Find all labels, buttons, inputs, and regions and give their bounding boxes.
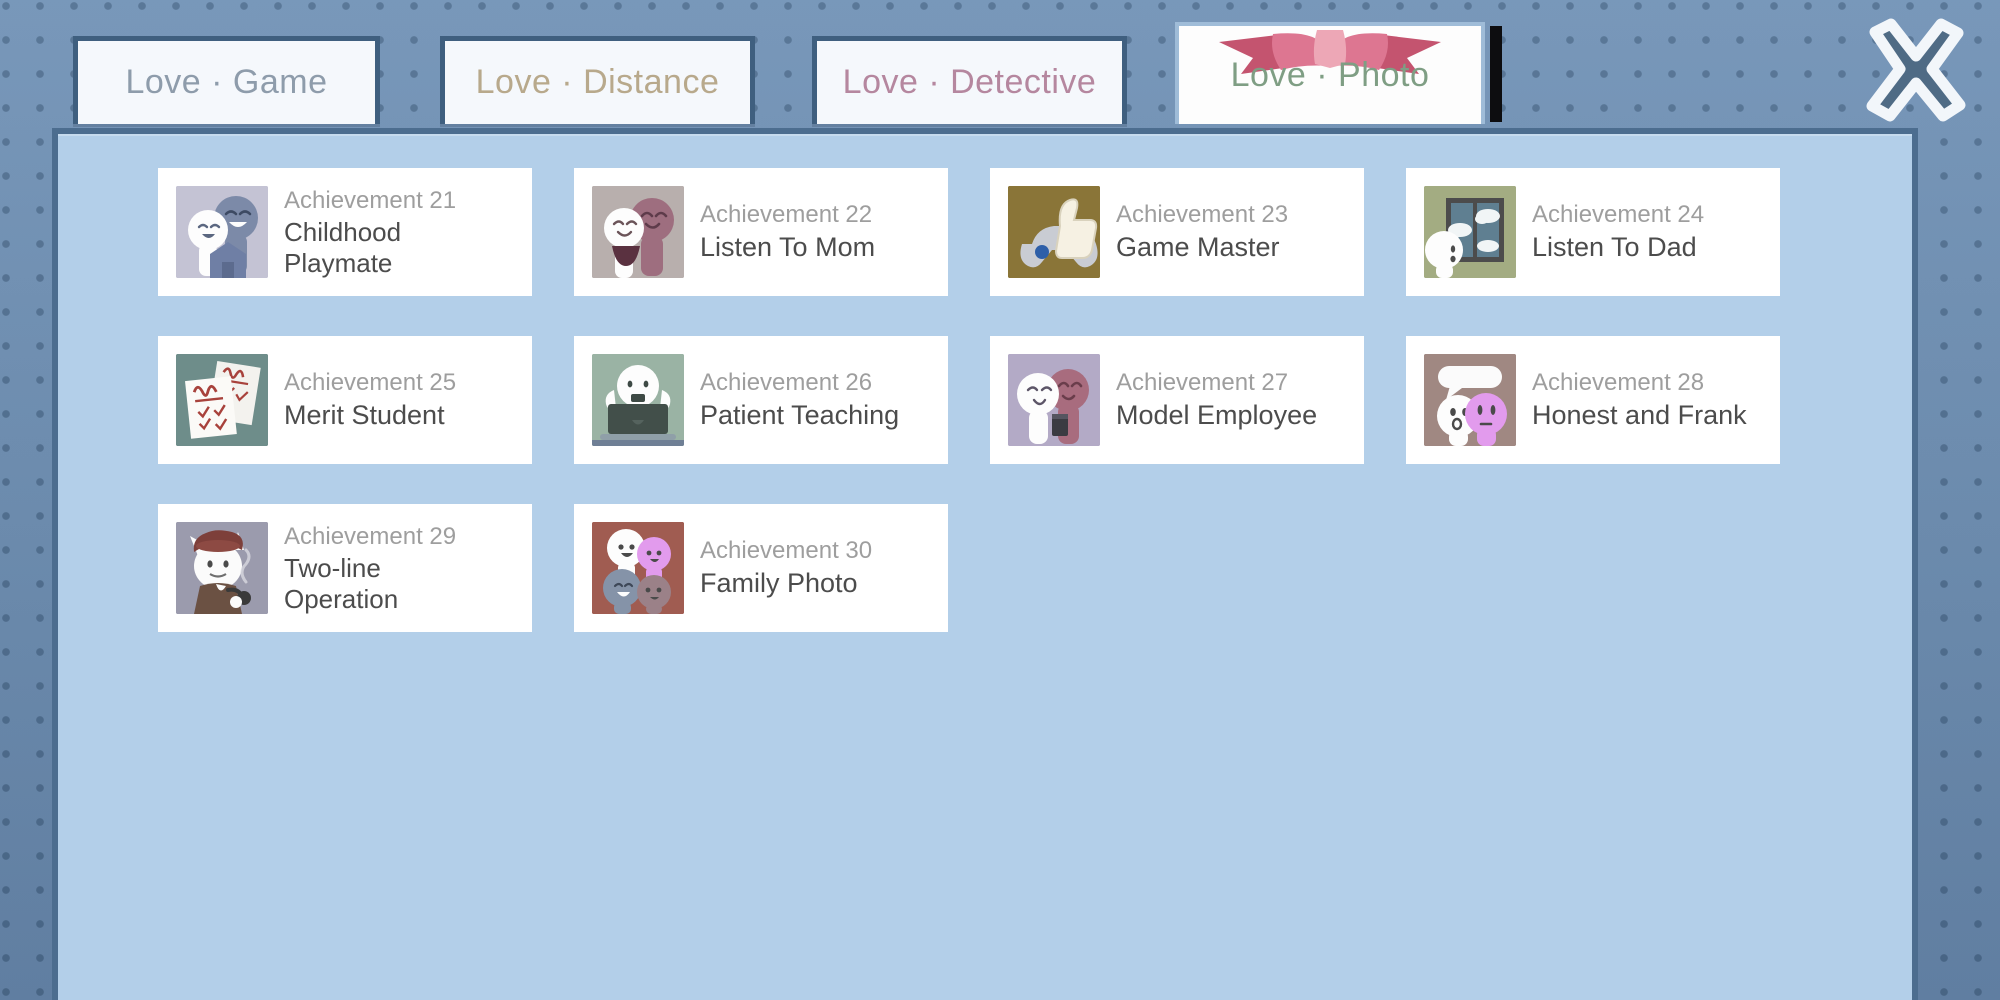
- achievement-name: Honest and Frank: [1532, 399, 1747, 430]
- achievement-name: Model Employee: [1116, 399, 1318, 430]
- graded-test-papers-icon: [176, 354, 268, 446]
- achievement-number: Achievement 22: [700, 201, 873, 229]
- window-with-clouds-icon: [1424, 186, 1516, 278]
- tab-label: Love · Photo: [1230, 55, 1430, 94]
- achievement-text: Achievement 22 Listen To Mom: [700, 200, 875, 263]
- achievement-name: Listen To Mom: [700, 231, 876, 262]
- achievement-number: Achievement 28: [1532, 369, 1705, 397]
- achievement-name: Listen To Dad: [1532, 231, 1697, 262]
- achievement-card[interactable]: Achievement 28 Honest and Frank: [1406, 336, 1780, 464]
- achievement-text: Achievement 21 Childhood Playmate: [284, 186, 456, 279]
- achievement-card[interactable]: Achievement 22 Listen To Mom: [574, 168, 948, 296]
- two-characters-coffee-icon: [1008, 354, 1100, 446]
- achievement-grid: Achievement 21 Childhood Playmate Achieve…: [88, 156, 1882, 632]
- achievement-text: Achievement 27 Model Employee: [1116, 368, 1317, 431]
- achievement-card[interactable]: Achievement 27 Model Employee: [990, 336, 1364, 464]
- achievement-name: Game Master: [1116, 231, 1280, 262]
- achievement-number: Achievement 30: [700, 537, 873, 565]
- achievement-name: Merit Student: [284, 399, 445, 430]
- achievement-name: Family Photo: [700, 567, 858, 598]
- achievement-name: Two-line Operation: [284, 552, 399, 614]
- achievement-number: Achievement 24: [1532, 201, 1705, 229]
- tab-love-detective[interactable]: Love · Detective: [812, 36, 1127, 124]
- achievement-text: Achievement 28 Honest and Frank: [1532, 368, 1747, 431]
- achievement-number: Achievement 29: [284, 522, 457, 550]
- gamepad-thumbs-up-icon: [1008, 186, 1100, 278]
- speech-bubble-two-characters-icon: [1424, 354, 1516, 446]
- achievement-card[interactable]: Achievement 26 Patient Teaching: [574, 336, 948, 464]
- achievement-text: Achievement 26 Patient Teaching: [700, 368, 899, 431]
- achievement-text: Achievement 23 Game Master: [1116, 200, 1288, 263]
- close-x-icon[interactable]: [1858, 16, 1974, 126]
- achievement-card[interactable]: Achievement 21 Childhood Playmate: [158, 168, 532, 296]
- tab-bar: Love · Game Love · Distance Love · Detec…: [0, 0, 2000, 130]
- achievement-text: Achievement 24 Listen To Dad: [1532, 200, 1704, 263]
- achievement-name: Childhood Playmate: [284, 216, 402, 278]
- achievement-number: Achievement 23: [1116, 201, 1289, 229]
- character-with-laptop-icon: [592, 354, 684, 446]
- child-with-bowl-and-mother-icon: [592, 186, 684, 278]
- tab-label: Love · Game: [125, 63, 328, 101]
- achievement-text: Achievement 29 Two-line Operation: [284, 522, 456, 615]
- achievement-text: Achievement 30 Family Photo: [700, 536, 872, 599]
- achievement-card[interactable]: Achievement 23 Game Master: [990, 168, 1364, 296]
- family-of-four-icon: [592, 522, 684, 614]
- achievement-card[interactable]: Achievement 30 Family Photo: [574, 504, 948, 632]
- achievement-number: Achievement 25: [284, 369, 457, 397]
- achievement-card[interactable]: Achievement 24 Listen To Dad: [1406, 168, 1780, 296]
- achievements-panel: Achievement 21 Childhood Playmate Achieve…: [52, 128, 1918, 1000]
- detective-cat-with-pipe-icon: [176, 522, 268, 614]
- achievement-number: Achievement 26: [700, 369, 873, 397]
- achievement-name: Patient Teaching: [700, 399, 900, 430]
- tab-label: Love · Detective: [842, 63, 1097, 101]
- two-kids-and-house-icon: [176, 186, 268, 278]
- achievement-number: Achievement 21: [284, 186, 457, 214]
- achievement-card[interactable]: Achievement 25 Merit Student: [158, 336, 532, 464]
- tab-edge-divider: [1490, 26, 1502, 122]
- achievement-number: Achievement 27: [1116, 369, 1289, 397]
- tab-love-photo[interactable]: Love · Photo: [1175, 22, 1485, 124]
- tab-love-distance[interactable]: Love · Distance: [440, 36, 755, 124]
- achievement-text: Achievement 25 Merit Student: [284, 368, 456, 431]
- tab-love-game[interactable]: Love · Game: [73, 36, 380, 124]
- achievement-card[interactable]: Achievement 29 Two-line Operation: [158, 504, 532, 632]
- tab-label: Love · Distance: [475, 63, 720, 101]
